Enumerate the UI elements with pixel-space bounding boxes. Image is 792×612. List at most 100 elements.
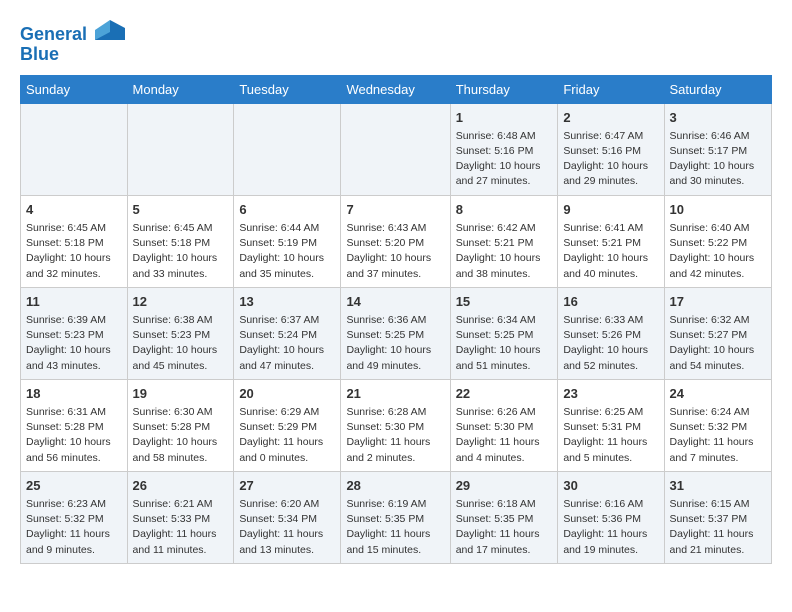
calendar-day-cell: 16 Sunrise: 6:33 AM Sunset: 5:26 PM Dayli… [558,287,664,379]
calendar-day-cell: 15 Sunrise: 6:34 AM Sunset: 5:25 PM Dayli… [450,287,558,379]
day-number: 14 [346,293,444,311]
calendar-day-cell: 21 Sunrise: 6:28 AM Sunset: 5:30 PM Dayli… [341,379,450,471]
weekday-header-saturday: Saturday [664,75,771,103]
day-number: 22 [456,385,553,403]
day-content: Sunrise: 6:31 AM Sunset: 5:28 PM Dayligh… [26,405,122,466]
day-number: 16 [563,293,658,311]
logo-text: General Blue [20,20,125,65]
calendar-day-cell: 1 Sunrise: 6:48 AM Sunset: 5:16 PM Daylig… [450,103,558,195]
day-content: Sunrise: 6:28 AM Sunset: 5:30 PM Dayligh… [346,405,444,466]
day-content: Sunrise: 6:37 AM Sunset: 5:24 PM Dayligh… [239,313,335,374]
weekday-header-friday: Friday [558,75,664,103]
calendar-day-cell: 17 Sunrise: 6:32 AM Sunset: 5:27 PM Dayli… [664,287,771,379]
calendar-day-cell: 8 Sunrise: 6:42 AM Sunset: 5:21 PM Daylig… [450,195,558,287]
day-number: 31 [670,477,766,495]
calendar-week-row: 18 Sunrise: 6:31 AM Sunset: 5:28 PM Dayli… [21,379,772,471]
day-content: Sunrise: 6:46 AM Sunset: 5:17 PM Dayligh… [670,129,766,190]
empty-cell [341,103,450,195]
day-content: Sunrise: 6:25 AM Sunset: 5:31 PM Dayligh… [563,405,658,466]
day-content: Sunrise: 6:39 AM Sunset: 5:23 PM Dayligh… [26,313,122,374]
day-content: Sunrise: 6:24 AM Sunset: 5:32 PM Dayligh… [670,405,766,466]
calendar-week-row: 25 Sunrise: 6:23 AM Sunset: 5:32 PM Dayli… [21,471,772,563]
day-content: Sunrise: 6:45 AM Sunset: 5:18 PM Dayligh… [26,221,122,282]
calendar-day-cell: 22 Sunrise: 6:26 AM Sunset: 5:30 PM Dayli… [450,379,558,471]
day-number: 18 [26,385,122,403]
day-number: 20 [239,385,335,403]
day-content: Sunrise: 6:15 AM Sunset: 5:37 PM Dayligh… [670,497,766,558]
calendar-day-cell: 31 Sunrise: 6:15 AM Sunset: 5:37 PM Dayli… [664,471,771,563]
empty-cell [21,103,128,195]
day-content: Sunrise: 6:29 AM Sunset: 5:29 PM Dayligh… [239,405,335,466]
calendar-day-cell: 12 Sunrise: 6:38 AM Sunset: 5:23 PM Dayli… [127,287,234,379]
day-number: 10 [670,201,766,219]
weekday-header-tuesday: Tuesday [234,75,341,103]
calendar-day-cell: 7Sunrise: 6:43 AM Sunset: 5:20 PM Daylig… [341,195,450,287]
day-number: 7 [346,201,444,219]
day-content: Sunrise: 6:48 AM Sunset: 5:16 PM Dayligh… [456,129,553,190]
calendar-day-cell: 3Sunrise: 6:46 AM Sunset: 5:17 PM Daylig… [664,103,771,195]
day-number: 19 [133,385,229,403]
logo-blue: Blue [20,44,59,64]
calendar-week-row: 4 Sunrise: 6:45 AM Sunset: 5:18 PM Daylig… [21,195,772,287]
day-number: 21 [346,385,444,403]
calendar-week-row: 1 Sunrise: 6:48 AM Sunset: 5:16 PM Daylig… [21,103,772,195]
day-number: 23 [563,385,658,403]
page-header: General Blue [20,20,772,65]
day-number: 4 [26,201,122,219]
calendar-day-cell: 27Sunrise: 6:20 AM Sunset: 5:34 PM Dayli… [234,471,341,563]
calendar-day-cell: 2 Sunrise: 6:47 AM Sunset: 5:16 PM Daylig… [558,103,664,195]
day-content: Sunrise: 6:19 AM Sunset: 5:35 PM Dayligh… [346,497,444,558]
day-number: 26 [133,477,229,495]
calendar-day-cell: 9 Sunrise: 6:41 AM Sunset: 5:21 PM Daylig… [558,195,664,287]
calendar-day-cell: 13Sunrise: 6:37 AM Sunset: 5:24 PM Dayli… [234,287,341,379]
day-number: 12 [133,293,229,311]
day-content: Sunrise: 6:44 AM Sunset: 5:19 PM Dayligh… [239,221,335,282]
calendar-day-cell: 26 Sunrise: 6:21 AM Sunset: 5:33 PM Dayli… [127,471,234,563]
day-number: 28 [346,477,444,495]
day-content: Sunrise: 6:21 AM Sunset: 5:33 PM Dayligh… [133,497,229,558]
day-number: 1 [456,109,553,127]
day-number: 25 [26,477,122,495]
day-content: Sunrise: 6:32 AM Sunset: 5:27 PM Dayligh… [670,313,766,374]
day-content: Sunrise: 6:45 AM Sunset: 5:18 PM Dayligh… [133,221,229,282]
calendar-day-cell: 14 Sunrise: 6:36 AM Sunset: 5:25 PM Dayli… [341,287,450,379]
weekday-header-row: SundayMondayTuesdayWednesdayThursdayFrid… [21,75,772,103]
weekday-header-monday: Monday [127,75,234,103]
day-content: Sunrise: 6:47 AM Sunset: 5:16 PM Dayligh… [563,129,658,190]
day-content: Sunrise: 6:33 AM Sunset: 5:26 PM Dayligh… [563,313,658,374]
calendar-day-cell: 25 Sunrise: 6:23 AM Sunset: 5:32 PM Dayli… [21,471,128,563]
day-number: 15 [456,293,553,311]
day-number: 2 [563,109,658,127]
day-content: Sunrise: 6:16 AM Sunset: 5:36 PM Dayligh… [563,497,658,558]
day-content: Sunrise: 6:38 AM Sunset: 5:23 PM Dayligh… [133,313,229,374]
day-number: 29 [456,477,553,495]
day-number: 30 [563,477,658,495]
calendar-day-cell: 10Sunrise: 6:40 AM Sunset: 5:22 PM Dayli… [664,195,771,287]
calendar-day-cell: 11Sunrise: 6:39 AM Sunset: 5:23 PM Dayli… [21,287,128,379]
calendar-day-cell: 5 Sunrise: 6:45 AM Sunset: 5:18 PM Daylig… [127,195,234,287]
calendar-day-cell: 18 Sunrise: 6:31 AM Sunset: 5:28 PM Dayli… [21,379,128,471]
day-content: Sunrise: 6:23 AM Sunset: 5:32 PM Dayligh… [26,497,122,558]
day-content: Sunrise: 6:30 AM Sunset: 5:28 PM Dayligh… [133,405,229,466]
day-content: Sunrise: 6:26 AM Sunset: 5:30 PM Dayligh… [456,405,553,466]
day-number: 17 [670,293,766,311]
day-content: Sunrise: 6:20 AM Sunset: 5:34 PM Dayligh… [239,497,335,558]
logo: General Blue [20,20,125,65]
empty-cell [234,103,341,195]
day-number: 6 [239,201,335,219]
day-content: Sunrise: 6:34 AM Sunset: 5:25 PM Dayligh… [456,313,553,374]
weekday-header-thursday: Thursday [450,75,558,103]
day-content: Sunrise: 6:41 AM Sunset: 5:21 PM Dayligh… [563,221,658,282]
calendar-day-cell: 19 Sunrise: 6:30 AM Sunset: 5:28 PM Dayli… [127,379,234,471]
day-content: Sunrise: 6:36 AM Sunset: 5:25 PM Dayligh… [346,313,444,374]
day-number: 9 [563,201,658,219]
calendar-day-cell: 20 Sunrise: 6:29 AM Sunset: 5:29 PM Dayli… [234,379,341,471]
day-number: 8 [456,201,553,219]
day-number: 5 [133,201,229,219]
calendar-day-cell: 6 Sunrise: 6:44 AM Sunset: 5:19 PM Daylig… [234,195,341,287]
logo-general: General [20,24,87,44]
logo-icon [95,20,125,40]
weekday-header-sunday: Sunday [21,75,128,103]
calendar-week-row: 11Sunrise: 6:39 AM Sunset: 5:23 PM Dayli… [21,287,772,379]
day-content: Sunrise: 6:42 AM Sunset: 5:21 PM Dayligh… [456,221,553,282]
